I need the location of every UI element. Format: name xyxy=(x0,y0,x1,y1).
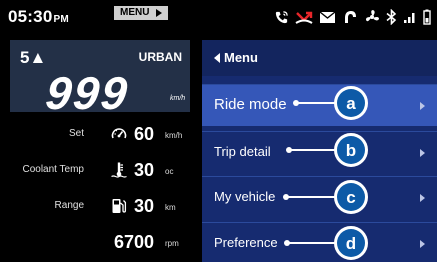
coolant-temp-unit: oc xyxy=(165,167,174,176)
speed-unit: km/h xyxy=(170,95,186,102)
callout-badge-a: a xyxy=(334,86,368,120)
speed-panel: 5▲ URBAN 999 km/h xyxy=(10,40,190,119)
range-value: 30 xyxy=(134,196,155,216)
clock-time: 05:30 xyxy=(8,7,53,26)
chevron-right-icon xyxy=(420,194,425,202)
status-icons xyxy=(274,8,431,26)
clock: 05:30PM xyxy=(8,7,69,27)
callout-letter-d: d xyxy=(337,229,365,257)
callout-letter-a: a xyxy=(337,89,365,117)
menu-tab[interactable]: MENU xyxy=(114,6,168,20)
signal-icon xyxy=(404,13,415,23)
menu-tab-arrow-icon xyxy=(156,9,162,17)
gear-indicator: 5▲ xyxy=(20,48,47,67)
menu-title: Menu xyxy=(224,50,258,65)
callout-badge-b: b xyxy=(334,133,368,167)
menu-item-label: Trip detail xyxy=(214,144,271,159)
set-speed-row: Set 60 km/h xyxy=(0,122,192,146)
thermometer-icon xyxy=(111,162,127,178)
callout-line-d xyxy=(287,242,336,244)
message-icon xyxy=(319,10,336,23)
set-speed-unit: km/h xyxy=(165,131,183,140)
callout-dot-a xyxy=(293,100,299,106)
callout-letter-c: c xyxy=(337,183,365,211)
coolant-temp-row: Coolant Temp 30 oc xyxy=(0,158,192,182)
missed-call-icon xyxy=(295,11,313,24)
bluetooth-icon xyxy=(386,9,397,25)
fuel-pump-icon xyxy=(112,199,127,213)
callout-line-a xyxy=(296,102,336,104)
cruise-control-icon xyxy=(111,128,127,139)
set-speed-value: 60 xyxy=(134,124,155,144)
menu-panel: Menu Ride mode Trip detail My vehicle Pr… xyxy=(202,40,437,262)
rpm-row: 6700 rpm xyxy=(0,230,192,254)
rpm-unit: rpm xyxy=(165,239,179,248)
speed-value: 999 xyxy=(43,67,132,119)
callout-line-c xyxy=(286,196,336,198)
battery-icon xyxy=(423,9,431,25)
dashboard-screen: 05:30PM MENU 5▲ URBAN 999 km/h Set 60 km… xyxy=(0,0,437,262)
chevron-right-icon xyxy=(420,149,425,157)
rpm-value: 6700 xyxy=(114,232,155,252)
ride-mode-label: URBAN xyxy=(138,50,182,64)
status-bar: 05:30PM MENU xyxy=(0,0,437,33)
callout-badge-d: d xyxy=(334,226,368,260)
coolant-temp-value: 30 xyxy=(134,160,155,180)
callout-dot-c xyxy=(283,194,289,200)
callout-letter-b: b xyxy=(337,136,365,164)
callout-dot-b xyxy=(286,147,292,153)
menu-item-trip-detail[interactable]: Trip detail xyxy=(202,131,437,173)
menu-tab-label: MENU xyxy=(120,7,150,18)
clock-ampm: PM xyxy=(53,14,69,25)
range-row: Range 30 km xyxy=(0,194,192,218)
menu-header[interactable]: Menu xyxy=(202,40,437,76)
coolant-temp-label: Coolant Temp xyxy=(22,164,84,175)
menu-item-label: My vehicle xyxy=(214,189,276,204)
phone-icon xyxy=(275,10,288,23)
menu-item-label: Preference xyxy=(214,235,278,250)
callout-dot-d xyxy=(284,240,290,246)
range-unit: km xyxy=(165,203,176,212)
set-speed-label: Set xyxy=(68,128,84,139)
menu-item-ride-mode[interactable]: Ride mode xyxy=(202,84,437,126)
range-label: Range xyxy=(54,200,84,211)
headset-icon xyxy=(345,11,356,23)
back-arrow-icon[interactable] xyxy=(214,53,220,63)
fan-icon xyxy=(365,10,379,22)
chevron-right-icon xyxy=(420,240,425,248)
callout-line-b xyxy=(289,149,336,151)
chevron-right-icon xyxy=(420,102,425,110)
callout-badge-c: c xyxy=(334,180,368,214)
menu-item-label: Ride mode xyxy=(214,96,287,113)
